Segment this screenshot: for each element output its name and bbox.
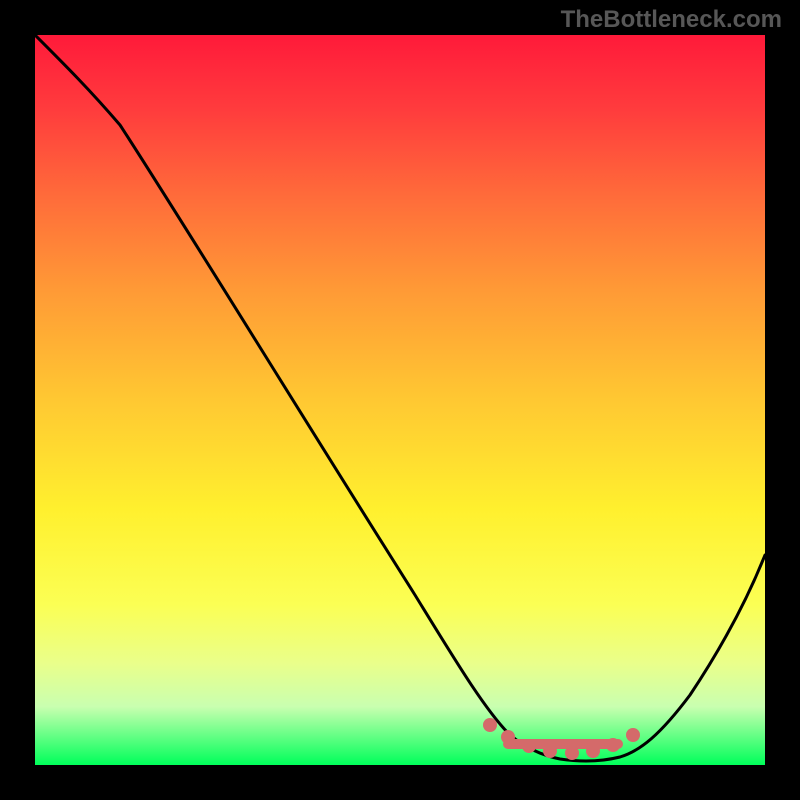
watermark-text: TheBottleneck.com (561, 6, 782, 34)
gradient-background (35, 35, 765, 765)
chart-area (35, 35, 765, 765)
